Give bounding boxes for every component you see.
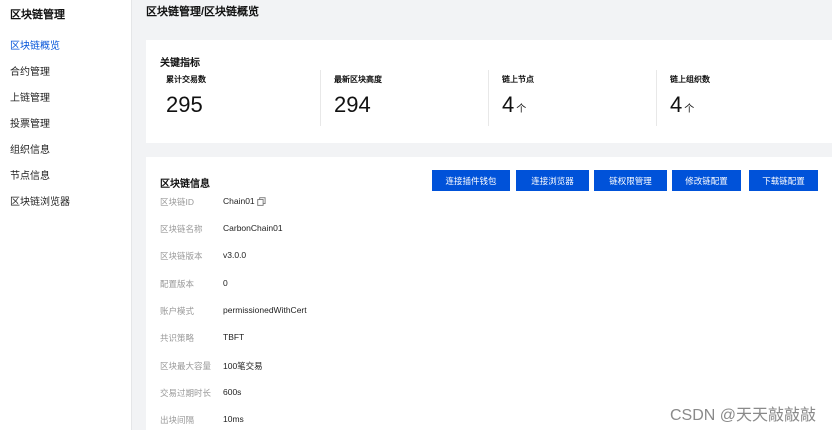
info-value: v3.0.0: [223, 250, 247, 260]
info-label: 区块最大容量: [160, 361, 212, 371]
metric-label: 最新区块高度: [334, 75, 382, 84]
info-row-chain-id: 区块链ID Chain01: [160, 196, 460, 210]
info-value: CarbonChain01: [223, 223, 283, 233]
sidebar-item-onchain[interactable]: 上链管理: [10, 89, 50, 104]
metric-number: 295: [166, 92, 203, 117]
metric-divider: [656, 70, 657, 126]
chain-permission-button[interactable]: 链权限管理: [594, 170, 667, 191]
metric-total-transactions: 累计交易数 295: [166, 74, 316, 132]
copy-icon[interactable]: [257, 197, 266, 206]
metric-number: 4: [502, 92, 515, 117]
sidebar-item-explorer[interactable]: 区块链浏览器: [10, 193, 70, 208]
info-row-account-mode: 账户模式 permissionedWithCert: [160, 305, 460, 319]
metric-divider: [320, 70, 321, 126]
info-label: 交易过期时长: [160, 388, 212, 398]
connect-wallet-button[interactable]: 连接插件钱包: [432, 170, 510, 191]
info-label: 区块链版本: [160, 251, 203, 261]
info-value: Chain01: [223, 196, 255, 206]
info-value: 10ms: [223, 414, 244, 424]
info-value: 100笔交易: [223, 361, 263, 371]
info-label: 账户模式: [160, 306, 195, 316]
kpi-card: 关键指标 累计交易数 295 最新区块高度 294 链上节点 4个 链上组织数 …: [146, 40, 832, 143]
metric-value: 4个: [670, 92, 694, 118]
metric-value: 294: [334, 92, 371, 118]
metric-unit: 个: [684, 104, 695, 115]
sidebar-item-nodes[interactable]: 节点信息: [10, 167, 50, 182]
info-value: 600s: [223, 387, 242, 397]
info-row-tx-timeout: 交易过期时长 600s: [160, 387, 460, 401]
info-row-chain-version: 区块链版本 v3.0.0: [160, 250, 460, 264]
download-config-button[interactable]: 下载链配置: [749, 170, 818, 191]
info-row-block-interval: 出块间隔 10ms: [160, 414, 460, 428]
watermark: CSDN @天天敲敲敲: [669, 407, 816, 424]
metric-unit: 个: [516, 104, 527, 115]
connect-browser-button[interactable]: 连接浏览器: [516, 170, 589, 191]
info-value: 0: [223, 278, 228, 288]
chain-info-title: 区块链信息: [160, 179, 210, 190]
metric-number: 4: [670, 92, 683, 117]
info-row-block-capacity: 区块最大容量 100笔交易: [160, 360, 460, 374]
sidebar-title: 区块链管理: [10, 9, 65, 21]
metric-latest-block-height: 最新区块高度 294: [334, 74, 484, 132]
chain-info-card: 区块链信息 连接插件钱包 连接浏览器 链权限管理 修改链配置 下载链配置 区块链…: [146, 157, 832, 430]
sidebar-item-overview[interactable]: 区块链概览: [10, 37, 60, 52]
metric-value: 295: [166, 92, 203, 118]
info-value: TBFT: [223, 332, 245, 342]
metric-value: 4个: [502, 92, 526, 118]
info-label: 区块链名称: [160, 224, 203, 234]
sidebar: 区块链管理 区块链概览 合约管理 上链管理 投票管理 组织信息 节点信息 区块链…: [0, 0, 132, 430]
metric-divider: [488, 70, 489, 126]
metric-chain-nodes: 链上节点 4个: [502, 74, 652, 132]
modify-config-button[interactable]: 修改链配置: [672, 170, 741, 191]
info-label: 配置版本: [160, 279, 195, 289]
breadcrumb: 区块链管理/区块链概览: [146, 6, 260, 18]
info-label: 区块链ID: [160, 197, 195, 207]
info-value: permissionedWithCert: [223, 305, 307, 315]
metric-chain-organizations: 链上组织数 4个: [670, 74, 820, 132]
info-label: 出块间隔: [160, 415, 195, 425]
metric-label: 累计交易数: [166, 75, 206, 84]
info-label: 共识策略: [160, 333, 195, 343]
metric-label: 链上节点: [502, 75, 534, 84]
metric-label: 链上组织数: [670, 75, 710, 84]
info-row-consensus: 共识策略 TBFT: [160, 332, 460, 346]
metric-number: 294: [334, 92, 371, 117]
kpi-card-title: 关键指标: [160, 58, 200, 69]
sidebar-item-contracts[interactable]: 合约管理: [10, 63, 50, 78]
sidebar-item-voting[interactable]: 投票管理: [10, 115, 50, 130]
info-row-chain-name: 区块链名称 CarbonChain01: [160, 223, 460, 237]
sidebar-item-organizations[interactable]: 组织信息: [10, 141, 50, 156]
info-row-config-version: 配置版本 0: [160, 278, 460, 292]
